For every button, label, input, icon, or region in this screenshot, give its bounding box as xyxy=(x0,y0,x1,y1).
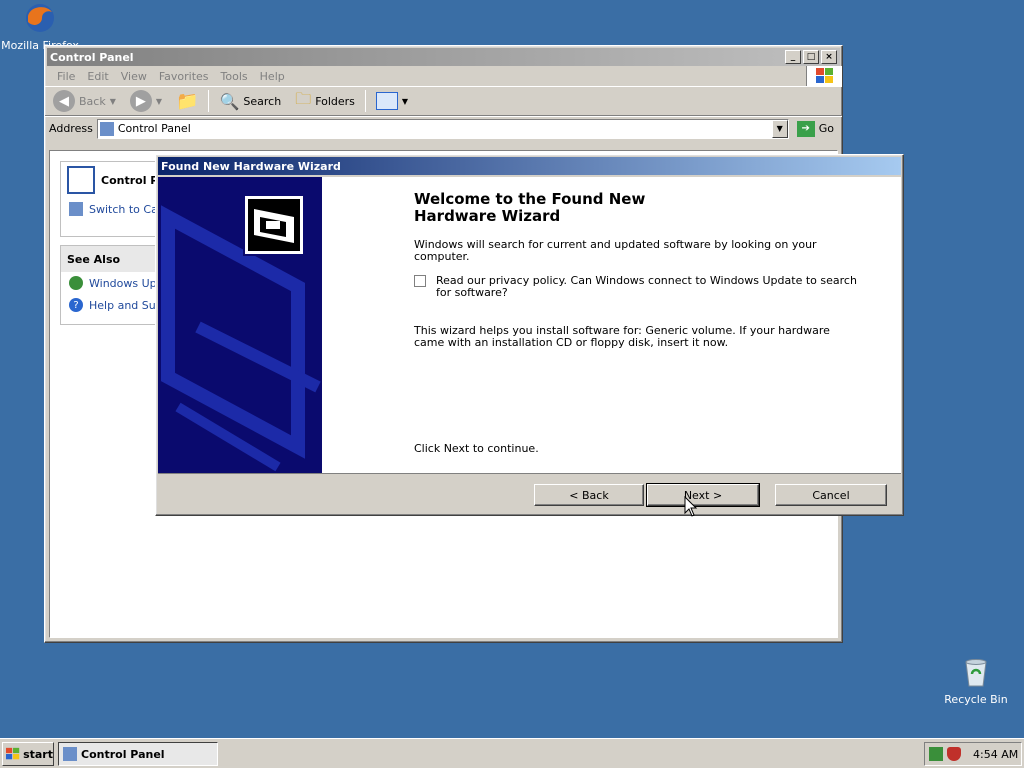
privacy-checkbox[interactable] xyxy=(414,275,426,287)
continue-instruction: Click Next to continue. xyxy=(414,442,539,455)
back-arrow-icon: ◀ xyxy=(53,90,75,112)
start-button[interactable]: start xyxy=(2,742,54,766)
windows-logo-icon xyxy=(806,66,842,86)
search-button[interactable]: 🔍 Search xyxy=(215,90,285,113)
menu-file[interactable]: File xyxy=(51,70,81,83)
system-tray: 4:54 AM xyxy=(924,742,1022,766)
recycle-bin-icon xyxy=(965,659,987,687)
wizard-body: Welcome to the Found New Hardware Wizard… xyxy=(322,177,901,473)
windows-update-icon xyxy=(69,276,83,290)
forward-button[interactable]: ▶ ▼ xyxy=(126,88,166,114)
menu-edit[interactable]: Edit xyxy=(81,70,114,83)
privacy-text: Read our privacy policy. Can Windows con… xyxy=(436,274,857,299)
menu-view[interactable]: View xyxy=(115,70,153,83)
address-dropdown[interactable]: ▼ xyxy=(771,119,788,138)
go-arrow-icon: ➔ xyxy=(796,120,815,137)
wizard-footer: < Back Next > Cancel xyxy=(158,473,901,513)
network-icon[interactable] xyxy=(929,747,943,761)
back-button[interactable]: ◀ Back ▼ xyxy=(49,88,120,114)
clock: 4:54 AM xyxy=(973,747,1019,761)
forward-arrow-icon: ▶ xyxy=(129,90,152,112)
up-folder-icon: 📁 xyxy=(176,90,199,112)
taskbar-control-panel[interactable]: Control Panel xyxy=(58,742,218,766)
go-button[interactable]: ➔ Go xyxy=(793,119,838,139)
wizard-banner-graphic xyxy=(158,177,322,473)
security-shield-icon[interactable] xyxy=(947,747,961,761)
window-title: Control Panel xyxy=(50,50,134,64)
recycle-bin-label: Recycle Bin xyxy=(944,693,1008,706)
windows-start-icon xyxy=(6,747,20,760)
close-button[interactable]: × xyxy=(821,50,837,64)
hardware-wizard-dialog: Found New Hardware Wizard Welcome to the… xyxy=(155,154,904,516)
address-bar: Address Control Panel ▼ ➔ Go xyxy=(45,116,842,140)
taskbar: start Control Panel 4:54 AM xyxy=(0,738,1024,768)
control-panel-task-icon xyxy=(63,747,77,761)
address-value: Control Panel xyxy=(117,122,191,135)
views-button[interactable]: ▼ xyxy=(372,90,412,112)
control-panel-large-icon xyxy=(67,166,95,194)
search-icon: 🔍 xyxy=(219,91,240,111)
next-button[interactable]: Next > xyxy=(646,483,760,507)
menu-tools[interactable]: Tools xyxy=(215,70,254,83)
help-icon: ? xyxy=(69,298,83,312)
menubar: File Edit View Favorites Tools Help xyxy=(45,66,842,86)
mouse-cursor-icon xyxy=(684,496,698,517)
recycle-bin-desktop-icon[interactable]: Recycle Bin xyxy=(936,656,1016,706)
control-panel-small-icon xyxy=(99,121,114,136)
wizard-heading: Welcome to the Found New Hardware Wizard xyxy=(414,190,646,225)
install-description: This wizard helps you install software f… xyxy=(414,324,830,349)
privacy-option: Read our privacy policy. Can Windows con… xyxy=(414,275,874,299)
cancel-button[interactable]: Cancel xyxy=(775,484,887,506)
standard-toolbar: ◀ Back ▼ ▶ ▼ 📁 🔍 Search 🗀 Folders ▼ xyxy=(45,86,842,116)
firefox-icon xyxy=(26,4,54,32)
switch-view-icon xyxy=(69,202,83,216)
search-description: Windows will search for current and upda… xyxy=(414,238,817,263)
wizard-titlebar[interactable]: Found New Hardware Wizard xyxy=(158,157,901,175)
maximize-button[interactable]: □ xyxy=(803,50,819,64)
menu-favorites[interactable]: Favorites xyxy=(153,70,215,83)
minimize-button[interactable]: _ xyxy=(785,50,801,64)
wizard-title: Found New Hardware Wizard xyxy=(161,159,341,173)
wizard-side-banner xyxy=(158,177,322,473)
folders-button[interactable]: 🗀 Folders xyxy=(291,86,359,117)
folders-icon: 🗀 xyxy=(295,88,312,108)
menu-help[interactable]: Help xyxy=(254,70,291,83)
control-panel-titlebar[interactable]: Control Panel _ □ × xyxy=(47,48,840,66)
address-label: Address xyxy=(49,122,93,135)
views-icon xyxy=(375,92,398,110)
up-folder-button[interactable]: 📁 xyxy=(172,89,202,114)
back-button[interactable]: < Back xyxy=(534,484,644,506)
address-input[interactable]: Control Panel ▼ xyxy=(96,118,789,139)
